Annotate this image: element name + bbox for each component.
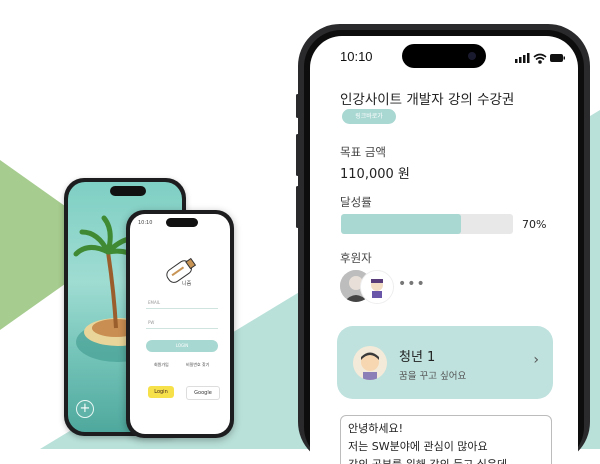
side-button <box>296 94 299 118</box>
supporter-avatar[interactable] <box>360 270 394 304</box>
message-line: 저는 SW분야에 관심이 많아요 <box>348 440 488 453</box>
side-button <box>296 134 299 176</box>
message-line: 안녕하세요! <box>348 422 404 435</box>
status-time: 10:10 <box>340 49 373 64</box>
google-login-button[interactable]: Google <box>186 386 220 400</box>
more-dots-icon[interactable]: ••• <box>398 276 426 292</box>
kakao-login-button[interactable]: Login <box>148 386 174 398</box>
supporter-name: 청년 1 <box>399 350 436 365</box>
page-title: 인강사이트 개발자 강의 수강권 <box>340 92 515 108</box>
login-button[interactable]: LOGIN <box>146 340 218 352</box>
wifi-icon <box>533 53 547 64</box>
google-label: Google <box>194 390 212 396</box>
login-screen: 10:10 니즘 EMAIL PW LOGIN 회원가입 비밀번호 찾기 Log… <box>130 214 230 434</box>
password-field[interactable]: PW <box>148 320 154 325</box>
progress-fill <box>341 214 462 234</box>
battery-icon <box>550 54 565 62</box>
signup-link[interactable]: 회원가입 <box>154 362 169 368</box>
phone-detail-mockup: 10:10 인강사이트 개발자 강의 수강권 링크바로가 목표 금액 110,0… <box>296 24 590 464</box>
add-button[interactable]: + <box>76 400 94 418</box>
supporters-label: 후원자 <box>340 251 372 265</box>
logo-caption: 니즘 <box>182 281 192 287</box>
dynamic-island <box>166 218 198 227</box>
goal-amount: 110,000 원 <box>340 167 410 182</box>
password-underline <box>146 328 218 329</box>
supporter-card-avatar <box>353 346 387 380</box>
side-button <box>296 186 299 228</box>
progress-bar <box>341 214 513 234</box>
chevron-right-icon[interactable]: › <box>533 352 539 368</box>
message-box: 안녕하세요! 저는 SW분야에 관심이 많아요 강의 공부를 위해 강의 듣고 … <box>340 415 552 464</box>
status-icons <box>515 53 565 64</box>
status-time: 10:10 <box>138 220 153 226</box>
supporter-subtitle: 꿈을 꾸고 싶어요 <box>399 371 467 382</box>
find-password-link[interactable]: 비밀번호 찾기 <box>186 362 209 368</box>
progress-label: 달성률 <box>340 195 372 209</box>
email-field[interactable]: EMAIL <box>148 300 160 305</box>
dynamic-island <box>402 44 486 68</box>
supporter-card[interactable]: 청년 1 꿈을 꾸고 싶어요 › <box>337 326 553 399</box>
goal-label: 목표 금액 <box>340 145 386 159</box>
message-line: 강의 공부를 위해 강의 듣고 싶은데 <box>348 456 507 464</box>
link-chip[interactable]: 링크바로가 <box>342 109 396 124</box>
phone-login-mockup: 10:10 니즘 EMAIL PW LOGIN 회원가입 비밀번호 찾기 Log… <box>126 210 234 438</box>
signal-icon <box>515 53 530 63</box>
camera-icon <box>468 52 476 60</box>
detail-screen: 10:10 인강사이트 개발자 강의 수강권 링크바로가 목표 금액 110,0… <box>310 36 578 464</box>
progress-percent: 70% <box>522 218 547 231</box>
bottle-logo-icon <box>166 257 197 283</box>
kakao-label: Login <box>154 389 168 395</box>
email-underline <box>146 308 218 309</box>
